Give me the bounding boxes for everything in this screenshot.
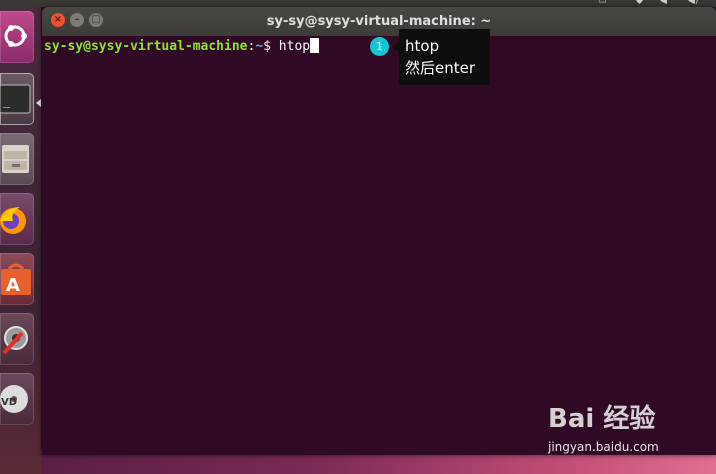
prompt-line[interactable]: sy-sy@sysy-virtual-machine:~$ htop: [44, 38, 320, 54]
network-icon[interactable]: ◆: [636, 0, 643, 6]
svg-text:VD: VD: [1, 397, 17, 408]
window-title: sy-sy@sysy-virtual-machine: ~: [266, 14, 492, 29]
launcher-item-files[interactable]: [0, 133, 34, 185]
top-panel: ▭ ◆ ◀ ◀): [0, 0, 716, 7]
files-icon: [2, 145, 29, 173]
firefox-icon: [0, 207, 26, 234]
text-cursor: [310, 38, 320, 53]
keyboard-icon[interactable]: ▭: [598, 0, 607, 6]
tooltip-arrow: [392, 42, 399, 52]
prompt-symbol: $: [263, 39, 271, 54]
settings-icon: [2, 326, 28, 355]
launcher-item-dash[interactable]: [0, 11, 34, 63]
watermark-url: jingyan.baidu.com: [548, 440, 659, 454]
volume-icon[interactable]: ◀: [660, 0, 667, 6]
prompt-user-host: sy-sy@sysy-virtual-machine: [44, 39, 248, 54]
launcher-item-terminal[interactable]: _: [0, 73, 34, 125]
prompt-path: ~: [255, 39, 264, 54]
title-bar[interactable]: × – □ sy-sy@sysy-virtual-machine: ~: [42, 7, 716, 36]
dvd-icon: VD: [0, 385, 28, 413]
ubuntu-icon: [4, 25, 27, 47]
svg-text:A: A: [6, 275, 20, 296]
step-badge: 1: [370, 37, 389, 56]
terminal-icon: _: [0, 84, 31, 114]
svg-text:_: _: [3, 94, 11, 108]
annotation-tooltip: htop 然后enter: [399, 29, 490, 85]
annotation-line-1: htop: [405, 37, 440, 55]
launcher-item-firefox[interactable]: [0, 193, 34, 245]
annotation-line-2: 然后enter: [405, 59, 476, 77]
terminal-window[interactable]: × – □ sy-sy@sysy-virtual-machine: ~ sy-s…: [42, 7, 716, 455]
launcher-item-dvd[interactable]: VD: [0, 373, 34, 425]
software-center-icon: A: [1, 263, 31, 296]
watermark-brand: Bai 经验: [548, 404, 656, 434]
launcher: _ A VD: [0, 7, 41, 474]
sound-icon[interactable]: ◀): [688, 0, 698, 6]
baidu-watermark: Bai 经验 jingyan.baidu.com: [548, 398, 659, 454]
typed-command: htop: [270, 39, 311, 54]
active-indicator: [36, 99, 41, 107]
launcher-item-software[interactable]: A: [0, 253, 34, 305]
launcher-item-settings[interactable]: [0, 313, 34, 365]
